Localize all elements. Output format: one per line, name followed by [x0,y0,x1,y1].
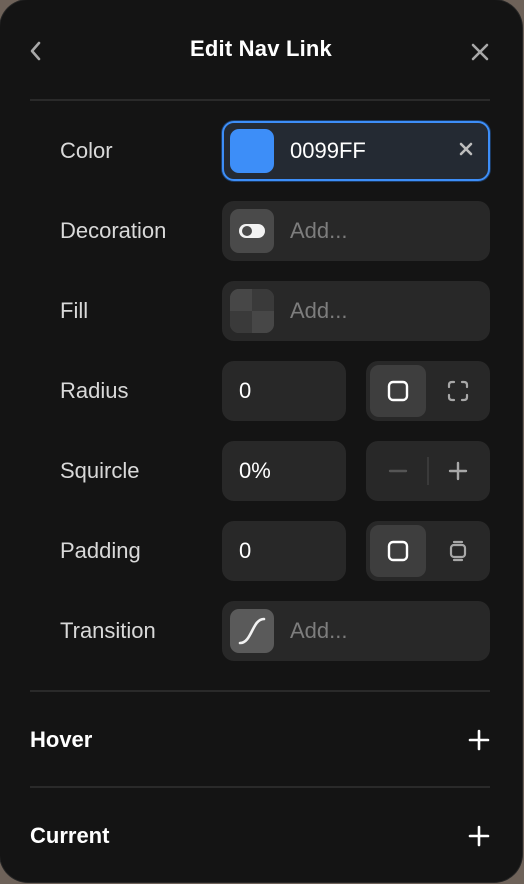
hover-section-title[interactable]: Hover [30,720,92,760]
padding-input[interactable]: 0 [222,521,346,581]
radius-label: Radius [60,378,129,403]
ease-curve-icon [230,609,274,653]
hover-divider [30,690,490,692]
squircle-label: Squircle [60,458,140,483]
panel-header: Edit Nav Link [0,0,522,100]
squircle-decrement-button[interactable] [370,445,426,497]
squircle-input[interactable]: 0% [222,441,346,501]
padding-label: Padding [60,538,141,563]
color-label: Color [60,138,113,163]
current-divider [30,786,490,788]
plus-icon [468,729,490,751]
radius-mode-toggle [366,361,490,421]
transition-label: Transition [60,618,156,643]
squircle-value[interactable]: 0% [239,441,271,501]
stepper-separator [427,457,429,485]
close-icon [471,43,489,61]
square-icon [387,540,409,562]
panel-title: Edit Nav Link [190,36,332,61]
plus-icon [468,825,490,847]
fill-field[interactable]: Add... [222,281,490,341]
color-value[interactable]: 0099FF [290,123,366,179]
fill-label: Fill [60,298,89,323]
color-field[interactable]: 0099FF [222,121,490,181]
squircle-stepper [366,441,490,501]
transition-placeholder: Add... [290,618,348,643]
close-icon [459,142,473,156]
radius-value[interactable]: 0 [239,361,251,421]
squircle-increment-button[interactable] [430,445,486,497]
padding-uniform-button[interactable] [370,525,426,577]
square-icon [387,380,409,402]
fill-placeholder: Add... [290,298,348,323]
edit-nav-link-panel: Edit Nav Link Color 0099FF Decoration Ad… [0,0,522,882]
add-current-button[interactable] [464,821,494,851]
close-button[interactable] [466,38,494,66]
transition-field[interactable]: Add... [222,601,490,661]
add-hover-button[interactable] [464,725,494,755]
current-section-title[interactable]: Current [30,816,109,856]
minus-icon [388,469,408,473]
individual-sides-icon [449,540,467,562]
toggle-icon [230,209,274,253]
corners-icon [447,380,469,402]
clear-color-button[interactable] [454,137,478,161]
decoration-field[interactable]: Add... [222,201,490,261]
plus-icon [448,461,468,481]
decoration-placeholder: Add... [290,218,348,243]
checkerboard-icon [230,289,274,333]
padding-sides-button[interactable] [430,525,486,577]
padding-mode-toggle [366,521,490,581]
padding-value[interactable]: 0 [239,521,251,581]
radius-uniform-button[interactable] [370,365,426,417]
radius-input[interactable]: 0 [222,361,346,421]
color-swatch[interactable] [230,129,274,173]
radius-corners-button[interactable] [430,365,486,417]
decoration-label: Decoration [60,218,167,243]
header-divider [30,99,490,101]
